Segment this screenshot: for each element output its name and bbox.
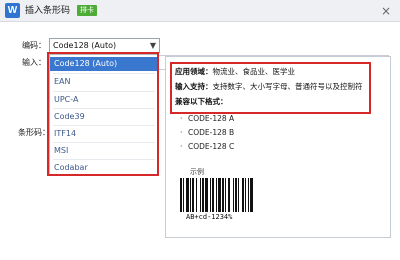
barcode-bar — [200, 178, 201, 212]
close-icon[interactable]: × — [378, 3, 394, 19]
wps-logo-icon: W — [5, 3, 20, 18]
dropdown-option[interactable]: EAN — [50, 75, 158, 89]
dropdown-option[interactable]: Codabar — [50, 161, 158, 175]
format-item: · CODE-128 A — [180, 113, 234, 124]
option-divider — [53, 73, 155, 74]
dropdown-option[interactable]: MSI — [50, 144, 158, 158]
chevron-down-icon[interactable]: ▼ — [150, 40, 156, 51]
dropdown-option[interactable]: Code39 — [50, 110, 158, 124]
info-application-title: 应用领域： — [175, 67, 213, 76]
barcode-bar — [222, 178, 224, 212]
option-divider — [53, 142, 155, 143]
option-divider — [53, 125, 155, 126]
barcode-text: AB+cd-1234% — [186, 213, 233, 221]
input-label: 输入： — [22, 58, 46, 67]
barcode-bar — [190, 178, 191, 212]
barcode-bar — [205, 178, 208, 212]
bullet-icon: · — [180, 142, 183, 151]
dropdown-option[interactable]: Code128 (Auto) — [50, 57, 158, 71]
barcode-bar — [180, 178, 182, 212]
format-item-label: CODE-128 A — [188, 114, 235, 123]
barcode-bar — [192, 178, 194, 212]
barcode-bar — [250, 178, 253, 212]
option-divider — [53, 159, 155, 160]
barcode-bar — [212, 178, 214, 212]
title-bar: W 插入条形码 排卡 × — [0, 0, 400, 22]
info-input-support-text: 支持数字、大小写字母、普通符号以及控制符 — [212, 82, 363, 91]
info-input-support-title: 输入支持： — [175, 82, 213, 91]
info-compatible-text: 兼容以下格式： — [175, 97, 228, 106]
dropdown-option[interactable]: ITF14 — [50, 127, 158, 141]
barcode-bar — [228, 178, 230, 212]
barcode-bar — [216, 178, 217, 212]
format-item: · CODE-128 C — [180, 141, 234, 152]
barcode-bar — [196, 178, 197, 212]
encoding-select[interactable]: Code128 (Auto) ▼ — [49, 38, 160, 53]
encoding-dropdown-list: Code128 (Auto) EAN UPC-A Code39 ITF14 MSI Coda… — [49, 54, 159, 176]
barcode-bar — [248, 178, 249, 212]
format-item: · CODE-128 B — [180, 127, 234, 138]
barcode-bar — [245, 178, 246, 212]
dropdown-option[interactable]: UPC-A — [50, 93, 158, 107]
option-divider — [53, 91, 155, 92]
barcode-bar — [202, 178, 204, 212]
barcode-bar — [235, 178, 237, 212]
option-divider — [53, 108, 155, 109]
info-input-support: 输入支持：支持数字、大小写字母、普通符号以及控制符 — [175, 81, 363, 92]
barcode-label: 条形码： — [18, 128, 50, 137]
info-compatible: 兼容以下格式： — [175, 96, 228, 107]
encoding-label: 编码： — [22, 41, 46, 50]
format-item-label: CODE-128 B — [188, 128, 235, 137]
status-badge: 排卡 — [77, 5, 97, 16]
barcode-bar — [186, 178, 189, 212]
barcode-bar — [242, 178, 244, 212]
barcode-bar — [225, 178, 226, 212]
barcode-image — [180, 178, 253, 212]
info-application: 应用领域：物流业、食品业、医学业 — [175, 66, 295, 77]
barcode-bar — [218, 178, 221, 212]
info-application-text: 物流业、食品业、医学业 — [212, 67, 296, 76]
example-label: 示例 — [190, 168, 204, 176]
barcode-bar — [238, 178, 239, 212]
window-title: 插入条形码 — [25, 6, 71, 16]
barcode-bar — [183, 178, 184, 212]
bullet-icon: · — [180, 128, 183, 137]
encoding-select-value: Code128 (Auto) — [53, 41, 117, 50]
barcode-bar — [210, 178, 211, 212]
barcode-bar — [233, 178, 234, 212]
format-item-label: CODE-128 C — [188, 142, 235, 151]
bullet-icon: · — [180, 114, 183, 123]
